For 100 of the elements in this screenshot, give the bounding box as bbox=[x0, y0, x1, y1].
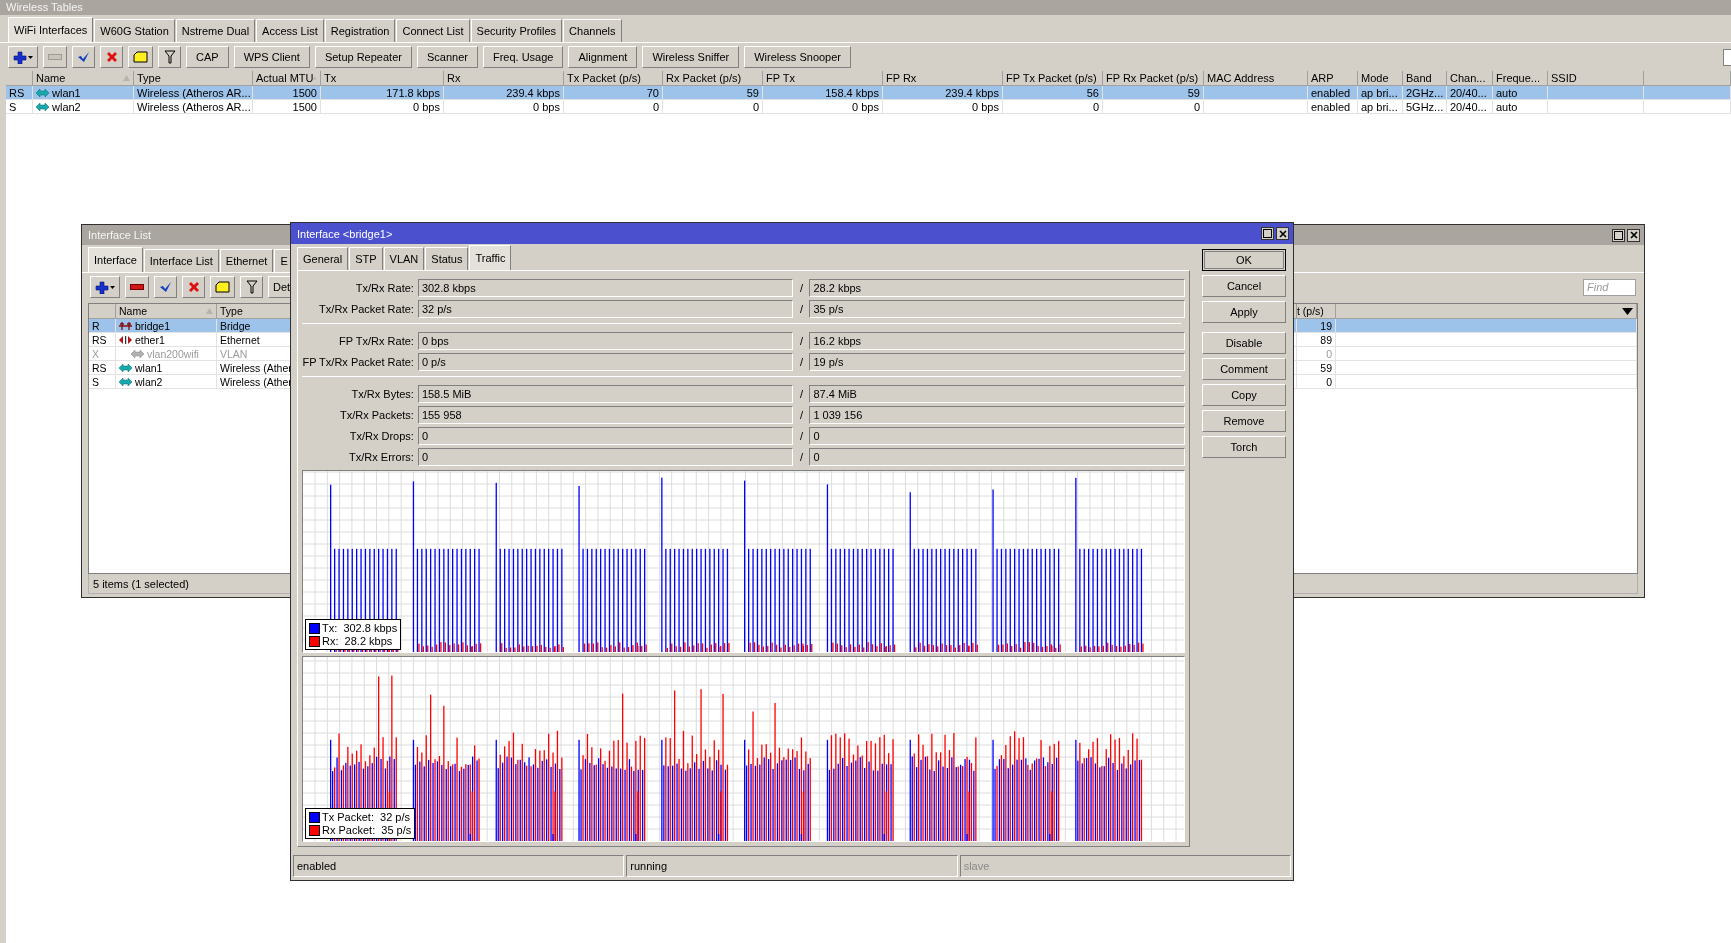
toolbar-button[interactable]: Alignment bbox=[568, 46, 638, 68]
value-field: 155 958 bbox=[417, 405, 794, 424]
note-icon bbox=[215, 281, 230, 293]
ethernet-icon bbox=[119, 334, 132, 345]
table-cell: RS bbox=[92, 361, 107, 374]
close-icon bbox=[1278, 229, 1287, 238]
tab[interactable]: Security Profiles bbox=[470, 19, 563, 42]
tab[interactable]: Interface List bbox=[143, 249, 219, 272]
dialog-button[interactable]: Remove bbox=[1202, 410, 1286, 432]
column-header[interactable]: Band bbox=[1403, 71, 1447, 86]
toolbar-button[interactable]: CAP bbox=[186, 46, 229, 68]
cross-icon bbox=[187, 281, 200, 293]
dialog-button[interactable]: Torch bbox=[1202, 436, 1286, 458]
separator-text: / bbox=[798, 302, 804, 315]
column-menu-icon[interactable] bbox=[1622, 307, 1633, 315]
value-field: 1 039 156 bbox=[809, 405, 1185, 424]
tab[interactable]: Access List bbox=[256, 19, 324, 42]
table-cell: X bbox=[92, 347, 99, 360]
column-header[interactable]: FP Tx bbox=[763, 71, 883, 86]
close-button[interactable] bbox=[1276, 227, 1289, 240]
column-header[interactable]: Tx bbox=[321, 71, 444, 86]
table-cell: auto bbox=[1496, 86, 1518, 99]
column-header[interactable]: Rx Packet (p/s) bbox=[663, 71, 763, 86]
value-field: 0 bbox=[417, 447, 794, 466]
column-header[interactable]: ARP bbox=[1308, 71, 1358, 86]
close-button[interactable] bbox=[1627, 228, 1640, 242]
value-field: 158.5 MiB bbox=[417, 384, 794, 403]
maximize-icon bbox=[1263, 229, 1272, 238]
filter-button[interactable] bbox=[240, 276, 263, 298]
double-arrow-icon bbox=[131, 348, 144, 359]
tab[interactable]: Status bbox=[425, 247, 469, 270]
toolbar-button[interactable]: Freq. Usage bbox=[482, 46, 564, 68]
search-field[interactable] bbox=[1723, 48, 1731, 66]
table-cell: ap bri... bbox=[1361, 100, 1398, 113]
tab[interactable]: Connect List bbox=[396, 19, 470, 42]
field-label: Tx/Rx Packets: bbox=[338, 408, 414, 421]
disable-button[interactable] bbox=[182, 276, 205, 298]
column-header[interactable]: Type bbox=[134, 71, 253, 86]
toolbar-button[interactable]: WPS Client bbox=[233, 46, 310, 68]
disable-button[interactable] bbox=[100, 46, 123, 68]
column-header[interactable]: Rx bbox=[444, 71, 564, 86]
tab[interactable]: STP bbox=[349, 247, 383, 270]
column-header[interactable]: Chan... bbox=[1447, 71, 1493, 86]
column-header[interactable]: t (p/s) bbox=[1297, 304, 1336, 319]
tab[interactable]: Nstreme Dual bbox=[175, 19, 256, 42]
check-icon bbox=[159, 281, 172, 293]
column-header[interactable]: Freque... bbox=[1493, 71, 1548, 86]
column-header[interactable]: Name bbox=[116, 304, 217, 319]
toolbar-button[interactable]: Wireless Sniffer bbox=[642, 46, 740, 68]
dialog-button[interactable]: OK bbox=[1202, 249, 1286, 271]
minus-icon bbox=[48, 54, 62, 60]
column-header[interactable]: MAC Address bbox=[1204, 71, 1308, 86]
dialog-button[interactable]: Apply bbox=[1202, 301, 1286, 323]
column-header[interactable]: Type bbox=[217, 304, 293, 319]
tab[interactable]: WiFi Interfaces bbox=[8, 17, 94, 42]
column-header[interactable]: FP Rx Packet (p/s) bbox=[1103, 71, 1204, 86]
search-field[interactable]: Find bbox=[1583, 278, 1636, 296]
column-header[interactable]: FP Tx Packet (p/s) bbox=[1003, 71, 1103, 86]
column-header[interactable]: Name bbox=[33, 71, 134, 86]
dialog-button[interactable]: Comment bbox=[1202, 358, 1286, 380]
add-button[interactable] bbox=[8, 46, 38, 68]
enable-button[interactable] bbox=[72, 46, 95, 68]
table-cell: 0 bbox=[1326, 347, 1332, 360]
column-header[interactable]: Mode bbox=[1358, 71, 1403, 86]
comment-button[interactable] bbox=[210, 276, 235, 298]
filter-button[interactable] bbox=[158, 46, 181, 68]
window-title: Interface List bbox=[88, 229, 151, 241]
column-header[interactable]: Tx Packet (p/s) bbox=[564, 71, 663, 86]
dialog-button[interactable]: Copy bbox=[1202, 384, 1286, 406]
tab[interactable]: Channels bbox=[563, 19, 622, 42]
tab[interactable]: W60G Station bbox=[94, 19, 175, 42]
column-header[interactable]: FP Rx bbox=[883, 71, 1003, 86]
double-arrow-icon bbox=[119, 376, 132, 387]
tab[interactable]: Registration bbox=[324, 19, 396, 42]
add-button[interactable] bbox=[90, 276, 120, 298]
tab[interactable]: VLAN bbox=[383, 247, 425, 270]
remove-button[interactable] bbox=[125, 276, 149, 298]
comment-button[interactable] bbox=[128, 46, 153, 68]
status-text: slave bbox=[959, 855, 1291, 877]
table-cell: ap bri... bbox=[1361, 86, 1398, 99]
column-header[interactable]: SSID bbox=[1548, 71, 1644, 86]
toolbar-button[interactable]: Wireless Snooper bbox=[744, 46, 852, 68]
column-header[interactable]: Actual MTU bbox=[253, 71, 321, 86]
tab[interactable]: Ethernet bbox=[219, 249, 274, 272]
maximize-button[interactable] bbox=[1612, 228, 1625, 242]
dialog-button[interactable]: Disable bbox=[1202, 332, 1286, 354]
tab[interactable]: General bbox=[297, 247, 349, 270]
enable-button[interactable] bbox=[154, 276, 177, 298]
double-arrow-icon bbox=[36, 87, 49, 98]
dialog-button[interactable]: Cancel bbox=[1202, 275, 1286, 297]
maximize-button[interactable] bbox=[1261, 227, 1274, 240]
table-cell: 0 bps bbox=[533, 100, 560, 113]
toolbar-button[interactable]: Scanner bbox=[416, 46, 478, 68]
tab[interactable]: Interface bbox=[88, 247, 143, 272]
toolbar-button[interactable]: Setup Repeater bbox=[314, 46, 412, 68]
separator-text: / bbox=[798, 387, 804, 400]
separator-text: / bbox=[798, 429, 804, 442]
field-label: Tx/Rx Packet Rate: bbox=[318, 302, 414, 315]
table-cell: 19 bbox=[1320, 319, 1332, 332]
tab[interactable]: Traffic bbox=[469, 245, 512, 270]
